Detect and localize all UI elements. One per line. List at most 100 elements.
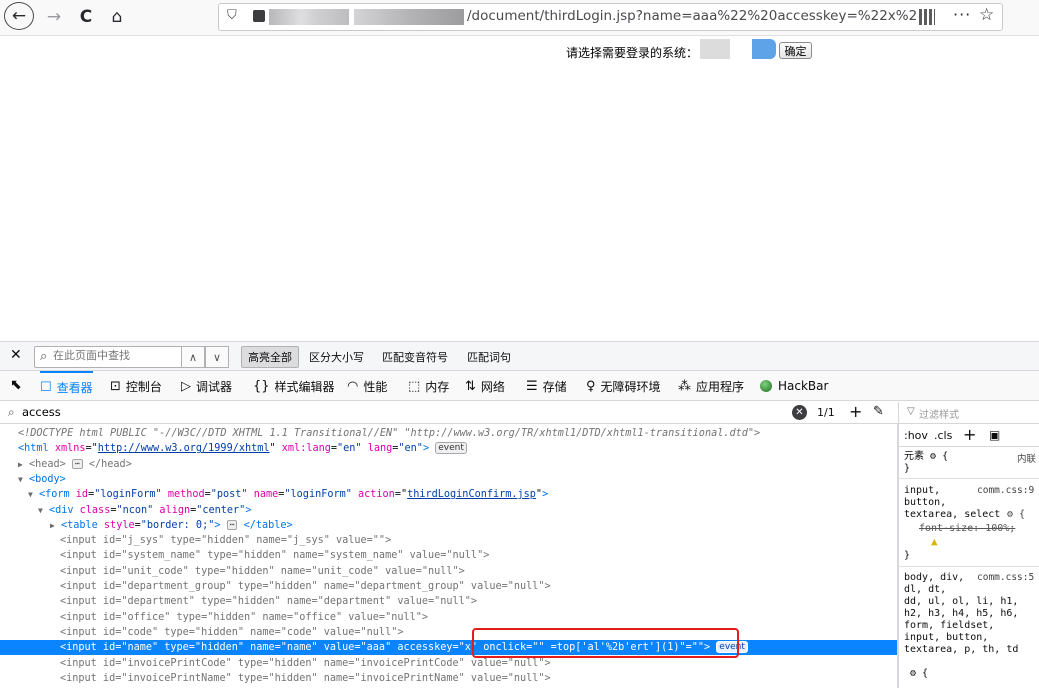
markup-line[interactable]: <input id="system_name" type="hidden" na… [60, 548, 897, 563]
markup-view[interactable]: <!DOCTYPE html PUBLIC "-//W3C//DTD XHTML… [0, 424, 898, 688]
tab-performance[interactable]: ◠ 性能 [347, 371, 387, 401]
url-bar[interactable]: ⛉ /document/thirdLogin.jsp?name=aaa%22%2… [218, 3, 1003, 31]
rule-divider [899, 566, 1039, 567]
print-media-icon[interactable]: ▣ [989, 428, 1000, 442]
reload-icon: C [79, 7, 93, 27]
qr-code-icon[interactable] [919, 9, 935, 25]
inspector-icon: ☐ [40, 379, 52, 395]
system-select-arrow[interactable] [752, 39, 776, 59]
forward-button[interactable]: → [40, 4, 68, 30]
form-action-link[interactable]: thirdLoginConfirm.jsp [407, 489, 536, 500]
markup-line[interactable]: ▼ <form id="loginForm" method="post" nam… [28, 487, 897, 502]
rule2-source-link[interactable]: comm.css:5 [977, 572, 1034, 583]
debugger-icon: ▷ [181, 378, 191, 394]
collapse-arrow-icon[interactable]: ▼ [18, 475, 23, 484]
markup-line[interactable]: <input id="invoicePrintName" type="hidde… [60, 671, 897, 686]
xmlns-link[interactable]: http://www.w3.org/1999/xhtml [98, 443, 270, 454]
rule2-selector[interactable]: body, div, dl, dt, dd, ul, ol, li, h1, h… [904, 572, 1018, 656]
browser-toolbar: ← → C ⌂ ⛉ /document/thirdLogin.jsp?name=… [0, 0, 1039, 36]
match-diacritics-toggle[interactable]: 匹配变音符号 [376, 346, 454, 368]
tab-application[interactable]: ⁂ 应用程序 [678, 371, 744, 401]
markup-line[interactable]: <input id="j_sys" type="hidden" name="j_… [60, 533, 897, 548]
rule1-gear-icon[interactable]: ⚙ { [1007, 509, 1025, 520]
chevron-down-icon: ∨ [212, 350, 222, 364]
find-input-box[interactable]: ⌕ [34, 346, 182, 368]
markup-line[interactable]: ▼ <body> [18, 472, 897, 487]
confirm-button[interactable]: 确定 [779, 42, 812, 59]
markup-line[interactable]: ▼ <div class="ncon" align="center"> [38, 503, 897, 518]
home-button[interactable]: ⌂ [103, 4, 131, 30]
markup-line[interactable]: <input id="department_group" type="hidde… [60, 579, 897, 594]
hover-state-toggle[interactable]: :hov [904, 429, 928, 442]
gear-icon[interactable]: ⚙ [930, 451, 936, 462]
markup-line[interactable]: <html xmlns="http://www.w3.org/1999/xhtm… [18, 441, 897, 456]
class-toggle[interactable]: .cls [934, 429, 952, 442]
close-find-icon[interactable]: ✕ [10, 347, 22, 363]
rule2-gear-icon[interactable]: ⚙ { [904, 668, 928, 680]
rule1-source-link[interactable]: comm.css:9 [977, 485, 1034, 496]
markup-line[interactable]: <input id="department" type="hidden" nam… [60, 594, 897, 609]
element-rule[interactable]: 元素 ⚙ { [904, 451, 948, 463]
tab-memory[interactable]: ⬚ 内存 [408, 371, 449, 401]
tab-label: 性能 [363, 379, 388, 394]
highlight-all-toggle[interactable]: 高亮全部 [241, 346, 299, 368]
eyedropper-icon[interactable]: ✎ [873, 404, 884, 419]
tab-style-editor[interactable]: {} 样式编辑器 [253, 371, 335, 401]
tracking-shield-icon[interactable]: ⛉ [227, 8, 237, 23]
markup-line[interactable]: ▶ <head> ⋯ </head> [18, 457, 897, 472]
find-input[interactable] [53, 349, 179, 362]
back-button[interactable]: ← [4, 2, 34, 30]
lock-icon[interactable] [253, 10, 265, 22]
find-previous-button[interactable]: ∧ [181, 346, 205, 368]
url-text[interactable]: /document/thirdLogin.jsp?name=aaa%22%20a… [467, 8, 917, 24]
add-rule-icon[interactable]: + [963, 425, 976, 444]
collapsed-content-icon[interactable]: ⋯ [226, 519, 238, 530]
tab-debugger[interactable]: ▷ 调试器 [181, 371, 232, 401]
element-picker-icon[interactable]: ⬉ [10, 377, 22, 393]
system-select-redacted[interactable] [700, 39, 730, 59]
inline-source-label: 内联 [1017, 454, 1037, 465]
markup-line[interactable]: <input id="office" type="hidden" name="o… [60, 610, 897, 625]
tab-label: 调试器 [196, 379, 233, 394]
tab-label: 无障碍环境 [600, 379, 661, 394]
expand-arrow-icon[interactable]: ▶ [18, 460, 23, 469]
page-actions-more-icon[interactable]: ··· [953, 5, 971, 24]
search-match-count: 1/1 [817, 406, 835, 419]
clear-search-icon[interactable]: ✕ [792, 405, 807, 420]
tab-storage[interactable]: ☰ 存储 [526, 371, 567, 401]
filter-styles-box[interactable]: ▽ 过滤样式 [899, 402, 1039, 424]
selected-markup-line[interactable]: <input id="name" type="hidden" name="nam… [0, 640, 897, 656]
collapse-arrow-icon[interactable]: ▼ [28, 490, 33, 499]
add-node-icon[interactable]: + [849, 402, 862, 421]
warning-icon[interactable]: ▲ [931, 536, 938, 548]
collapse-arrow-icon[interactable]: ▼ [38, 506, 43, 515]
doctype-text: <!DOCTYPE html PUBLIC "-//W3C//DTD XHTML… [18, 428, 761, 439]
performance-icon: ◠ [347, 378, 359, 394]
inspector-search-input[interactable] [22, 405, 622, 419]
tab-inspector[interactable]: ☐ 查看器 [40, 371, 93, 401]
tab-label: 应用程序 [696, 379, 745, 394]
markup-line[interactable]: <input id="unit_code" type="hidden" name… [60, 564, 897, 579]
storage-icon: ☰ [526, 378, 538, 394]
match-case-toggle[interactable]: 区分大小写 [303, 346, 370, 368]
hackbar-icon [760, 380, 772, 392]
find-next-button[interactable]: ∨ [205, 346, 229, 368]
bookmark-star-icon[interactable]: ☆ [979, 5, 994, 25]
tab-label: 查看器 [56, 380, 93, 395]
reload-button[interactable]: C [72, 4, 100, 30]
tab-network[interactable]: ⇅ 网络 [465, 371, 505, 401]
markup-line[interactable]: ▶ <table style="border: 0;"> ⋯ </table> [50, 518, 897, 533]
collapsed-content-icon[interactable]: ⋯ [71, 458, 83, 469]
element-rule-label: 元素 [904, 451, 924, 462]
markup-line[interactable]: <!DOCTYPE html PUBLIC "-//W3C//DTD XHTML… [18, 426, 897, 441]
chevron-up-icon: ∧ [188, 350, 198, 364]
tab-hackbar[interactable]: HackBar [760, 371, 828, 401]
redacted-host [269, 9, 349, 25]
event-badge[interactable]: event [435, 442, 467, 455]
rule1-overridden-property[interactable]: font-size: 100%; [919, 523, 1015, 535]
tab-console[interactable]: ⊡ 控制台 [110, 371, 162, 401]
tab-accessibility[interactable]: ♀ 无障碍环境 [586, 371, 661, 401]
whole-words-toggle[interactable]: 匹配词句 [461, 346, 517, 368]
rule-close-brace: } [904, 550, 911, 561]
expand-arrow-icon[interactable]: ▶ [50, 521, 55, 530]
